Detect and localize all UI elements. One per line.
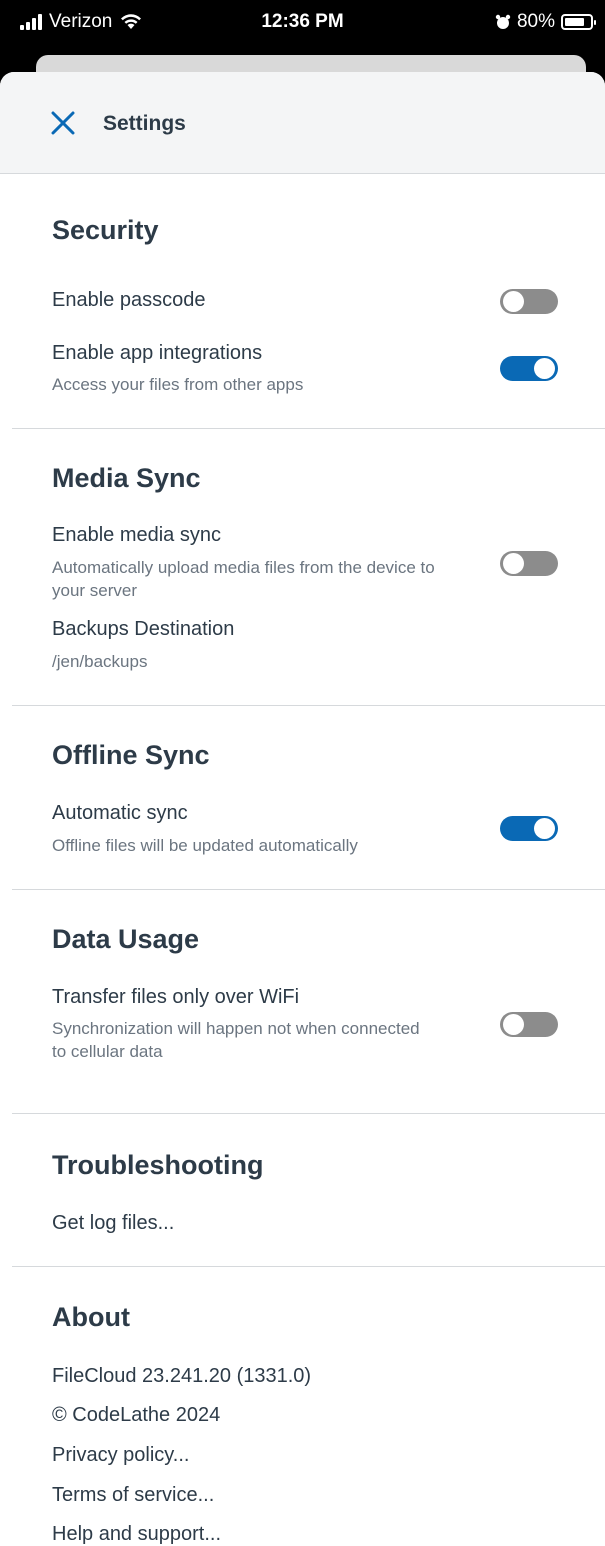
battery-icon [561,14,596,30]
toggle-knob [503,1014,524,1035]
enable-passcode-label: Enable passcode [52,289,206,311]
settings-header: Settings [0,72,605,174]
divider [12,889,605,890]
get-log-files-link[interactable]: Get log files... [52,1212,174,1235]
close-icon[interactable] [48,108,78,138]
toggle-knob [503,553,524,574]
wifi-only-toggle[interactable] [500,1012,558,1037]
wifi-only-label: Transfer files only over WiFi [52,986,300,1008]
divider [12,1266,605,1267]
status-right: 80% [495,11,596,33]
battery-percent: 80% [516,11,555,32]
backups-destination-label[interactable]: Backups Destination [52,618,234,641]
divider [12,428,605,429]
divider [12,705,605,706]
security-section-title: Security [52,215,159,245]
about-section-title: About [52,1302,130,1332]
app-integrations-toggle[interactable] [500,356,558,381]
enable-passcode-toggle[interactable] [500,289,558,314]
help-and-support-link[interactable]: Help and support... [52,1523,221,1546]
toggle-knob [503,291,524,312]
backups-destination-value: /jen/backups [52,652,148,671]
toggle-knob [534,818,555,839]
app-integrations-description: Access your files from other apps [52,375,304,394]
alarm-icon [495,14,511,29]
terms-of-service-link[interactable]: Terms of service... [52,1484,214,1507]
media-sync-toggle[interactable] [500,551,558,576]
page-title: Settings [103,112,186,135]
media-sync-section-title: Media Sync [52,463,201,493]
automatic-sync-label: Automatic sync [52,802,188,824]
troubleshooting-section-title: Troubleshooting [52,1150,264,1180]
automatic-sync-toggle[interactable] [500,816,558,841]
media-sync-label: Enable media sync [52,524,221,546]
status-bar: Verizon 12:36 PM 80% [0,0,605,46]
app-integrations-label: Enable app integrations [52,342,263,364]
copyright-text: © CodeLathe 2024 [52,1404,221,1426]
media-sync-description: Automatically upload media files from th… [52,558,435,600]
automatic-sync-description: Offline files will be updated automatica… [52,836,358,855]
offline-sync-section-title: Offline Sync [52,740,210,770]
toggle-knob [534,358,555,379]
data-usage-section-title: Data Usage [52,924,200,954]
divider [12,1113,605,1114]
app-version: FileCloud 23.241.20 (1331.0) [52,1365,312,1387]
privacy-policy-link[interactable]: Privacy policy... [52,1444,189,1467]
settings-sheet: Settings Security Enable passcode Enable… [0,72,605,1546]
wifi-only-description: Synchronization will happen not when con… [52,1019,420,1061]
